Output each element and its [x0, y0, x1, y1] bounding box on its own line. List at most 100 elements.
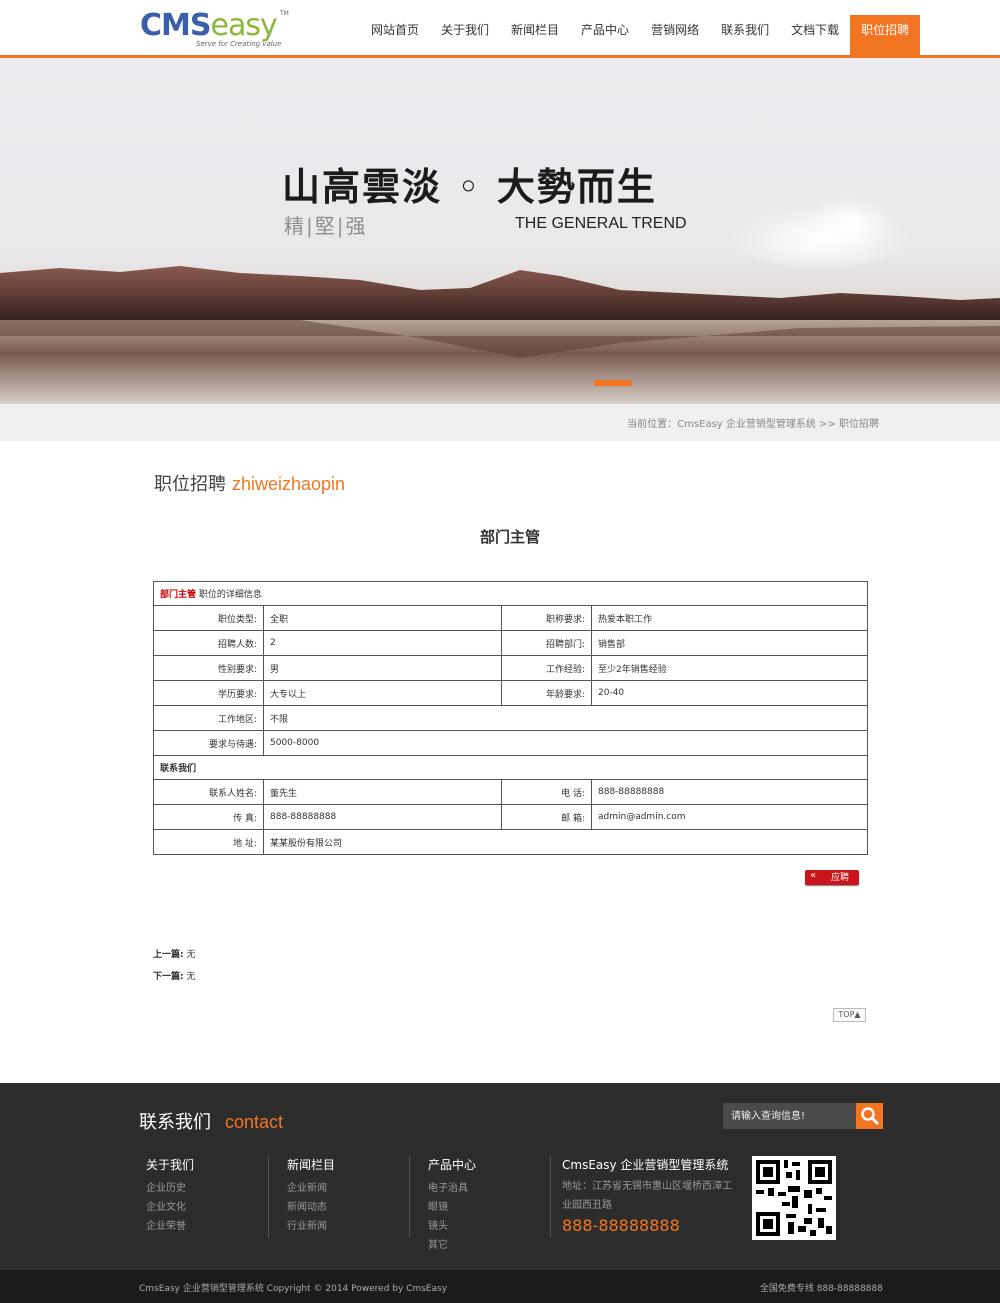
- field-value: 董先生: [263, 779, 502, 805]
- logo-brand-easy: easy: [210, 8, 277, 43]
- site-footer: 联系我们 contact 关于我们 企业历史 企业文化 企业荣誉 新闻栏目 企业新…: [0, 1083, 1000, 1270]
- field-label: 电 话:: [501, 779, 592, 805]
- apply-button[interactable]: « 应聘: [805, 870, 859, 885]
- footer-phone: 888-88888888: [562, 1216, 680, 1235]
- back-to-top-button[interactable]: TOP▲: [833, 1008, 866, 1022]
- field-label: 职称要求:: [501, 605, 592, 631]
- logo-slogan: Serve for Creating value: [196, 40, 282, 48]
- next-article[interactable]: 下一篇: 无: [153, 969, 196, 982]
- table-row: 招聘人数: 2 招聘部门: 销售部: [153, 630, 868, 656]
- field-value: 全职: [263, 605, 502, 631]
- field-value: 男: [263, 655, 502, 681]
- footer-link[interactable]: 企业新闻: [287, 1179, 335, 1198]
- footer-link[interactable]: 镜头: [428, 1217, 476, 1236]
- field-label: 传 真:: [153, 804, 264, 830]
- nav-products[interactable]: 产品中心: [570, 15, 640, 55]
- field-value: 某某股份有限公司: [263, 829, 868, 855]
- prev-article[interactable]: 上一篇: 无: [153, 947, 196, 960]
- field-label: 邮 箱:: [501, 804, 592, 830]
- footer-link[interactable]: 其它: [428, 1236, 476, 1255]
- banner-title-en: THE GENERAL TREND: [515, 215, 687, 232]
- field-label: 工作地区:: [153, 705, 264, 731]
- hero-banner: 山高雲淡 ◦ 大勢而生 精|堅|强 THE GENERAL TREND: [0, 58, 1000, 404]
- nav-home[interactable]: 网站首页: [360, 15, 430, 55]
- footer-col-head[interactable]: 新闻栏目: [287, 1156, 335, 1173]
- footer-link[interactable]: 企业荣誉: [146, 1217, 194, 1236]
- field-label: 招聘人数:: [153, 630, 264, 656]
- table-row: 工作地区: 不限: [153, 705, 868, 731]
- footer-title-cn: 联系我们: [139, 1112, 211, 1133]
- field-value: 热爱本职工作: [591, 605, 868, 631]
- nav-about[interactable]: 关于我们: [430, 15, 500, 55]
- apply-button-label: 应聘: [831, 873, 850, 883]
- job-detail-header-name: 部门主管: [160, 590, 197, 600]
- breadcrumb[interactable]: 当前位置：CmsEasy 企业营销型管理系统 >> 职位招聘: [627, 415, 879, 430]
- footer-link[interactable]: 眼镜: [428, 1198, 476, 1217]
- banner-landscape-image: [0, 190, 1000, 404]
- table-row: 地 址: 某某股份有限公司: [153, 829, 868, 855]
- field-value: 2: [263, 630, 502, 656]
- field-label: 性别要求:: [153, 655, 264, 681]
- section-title: 职位招聘 zhiweizhaopin: [154, 470, 345, 496]
- logo-wordmark: CMSeasy: [140, 8, 278, 43]
- copyright-bar: CmsEasy 企业营销型管理系统 Copyright © 2014 Power…: [0, 1270, 1000, 1303]
- footer-col-head[interactable]: 关于我们: [146, 1156, 194, 1173]
- footer-col-head[interactable]: 产品中心: [428, 1156, 476, 1173]
- search-input[interactable]: [723, 1103, 856, 1129]
- job-detail-table: 部门主管 职位的详细信息 职位类型: 全职 职称要求: 热爱本职工作 招聘人数:…: [153, 581, 868, 855]
- search-icon: [861, 1107, 879, 1125]
- main-nav: 网站首页 关于我们 新闻栏目 产品中心 营销网络 联系我们 文档下载 职位招聘: [360, 15, 921, 55]
- footer-link[interactable]: 企业文化: [146, 1198, 194, 1217]
- footer-link[interactable]: 新闻动态: [287, 1198, 335, 1217]
- copyright-text: CmsEasy 企业营销型管理系统 Copyright © 2014 Power…: [139, 1284, 448, 1294]
- table-row: 联系人姓名: 董先生 电 话: 888-88888888: [153, 779, 868, 805]
- site-logo[interactable]: CMSeasy TM Serve for Creating value: [140, 8, 290, 49]
- footer-address: 地址：江苏省无锡市惠山区堰桥西漳工业园西丑路: [562, 1181, 732, 1211]
- field-value: 不限: [263, 705, 868, 731]
- footer-link[interactable]: 电子治具: [428, 1179, 476, 1198]
- nav-jobs[interactable]: 职位招聘: [850, 15, 921, 55]
- table-row: 部门主管 职位的详细信息: [153, 581, 868, 606]
- table-row: 职位类型: 全职 职称要求: 热爱本职工作: [153, 605, 868, 631]
- nav-news[interactable]: 新闻栏目: [500, 15, 570, 55]
- field-value: 至少2年销售经验: [591, 655, 868, 681]
- nav-downloads[interactable]: 文档下载: [780, 15, 850, 55]
- next-article-label: 下一篇:: [153, 972, 184, 982]
- field-label: 年龄要求:: [501, 680, 592, 706]
- footer-col-about: 关于我们 企业历史 企业文化 企业荣誉: [146, 1156, 194, 1236]
- footer-contact-info: CmsEasy 企业营销型管理系统 地址：江苏省无锡市惠山区堰桥西漳工业园西丑路…: [562, 1156, 732, 1235]
- logo-brand-cms: CMS: [140, 8, 211, 43]
- section-title-cn: 职位招聘: [154, 474, 226, 495]
- double-chevron-left-icon: «: [810, 870, 817, 881]
- prev-article-value: 无: [186, 950, 196, 960]
- footer-link[interactable]: 行业新闻: [287, 1217, 335, 1236]
- field-value: 大专以上: [263, 680, 502, 706]
- next-article-value: 无: [186, 972, 196, 982]
- hotline-text: 全国免费专线 888-88888888: [759, 1284, 883, 1294]
- nav-network[interactable]: 营销网络: [640, 15, 710, 55]
- field-value: 20-40: [591, 680, 868, 706]
- nav-contact[interactable]: 联系我们: [710, 15, 780, 55]
- table-row: 要求与待遇: 5000-8000: [153, 730, 868, 756]
- table-row: 联系我们: [153, 755, 868, 780]
- field-label: 要求与待遇:: [153, 730, 264, 756]
- table-row: 传 真: 888-88888888 邮 箱: admin@admin.com: [153, 804, 868, 830]
- footer-link[interactable]: 企业历史: [146, 1179, 194, 1198]
- site-header: CMSeasy TM Serve for Creating value 网站首页…: [0, 0, 1000, 58]
- banner-title-cn: 山高雲淡 ◦ 大勢而生: [282, 164, 657, 209]
- field-label: 工作经验:: [501, 655, 592, 681]
- field-label: 学历要求:: [153, 680, 264, 706]
- search-button[interactable]: [856, 1103, 883, 1129]
- table-row: 学历要求: 大专以上 年龄要求: 20-40: [153, 680, 868, 706]
- prev-article-label: 上一篇:: [153, 950, 184, 960]
- footer-col-products: 产品中心 电子治具 眼镜 镜头 其它: [428, 1156, 476, 1255]
- footer-divider: [268, 1156, 269, 1238]
- field-label: 地 址:: [153, 829, 264, 855]
- field-label: 联系人姓名:: [153, 779, 264, 805]
- banner-slide-indicator[interactable]: [594, 380, 632, 386]
- footer-company-name: CmsEasy 企业营销型管理系统: [562, 1158, 729, 1172]
- table-row: 性别要求: 男 工作经验: 至少2年销售经验: [153, 655, 868, 681]
- breadcrumb-bar: 当前位置：CmsEasy 企业营销型管理系统 >> 职位招聘: [0, 404, 1000, 441]
- footer-col-news: 新闻栏目 企业新闻 新闻动态 行业新闻: [287, 1156, 335, 1236]
- field-label: 招聘部门:: [501, 630, 592, 656]
